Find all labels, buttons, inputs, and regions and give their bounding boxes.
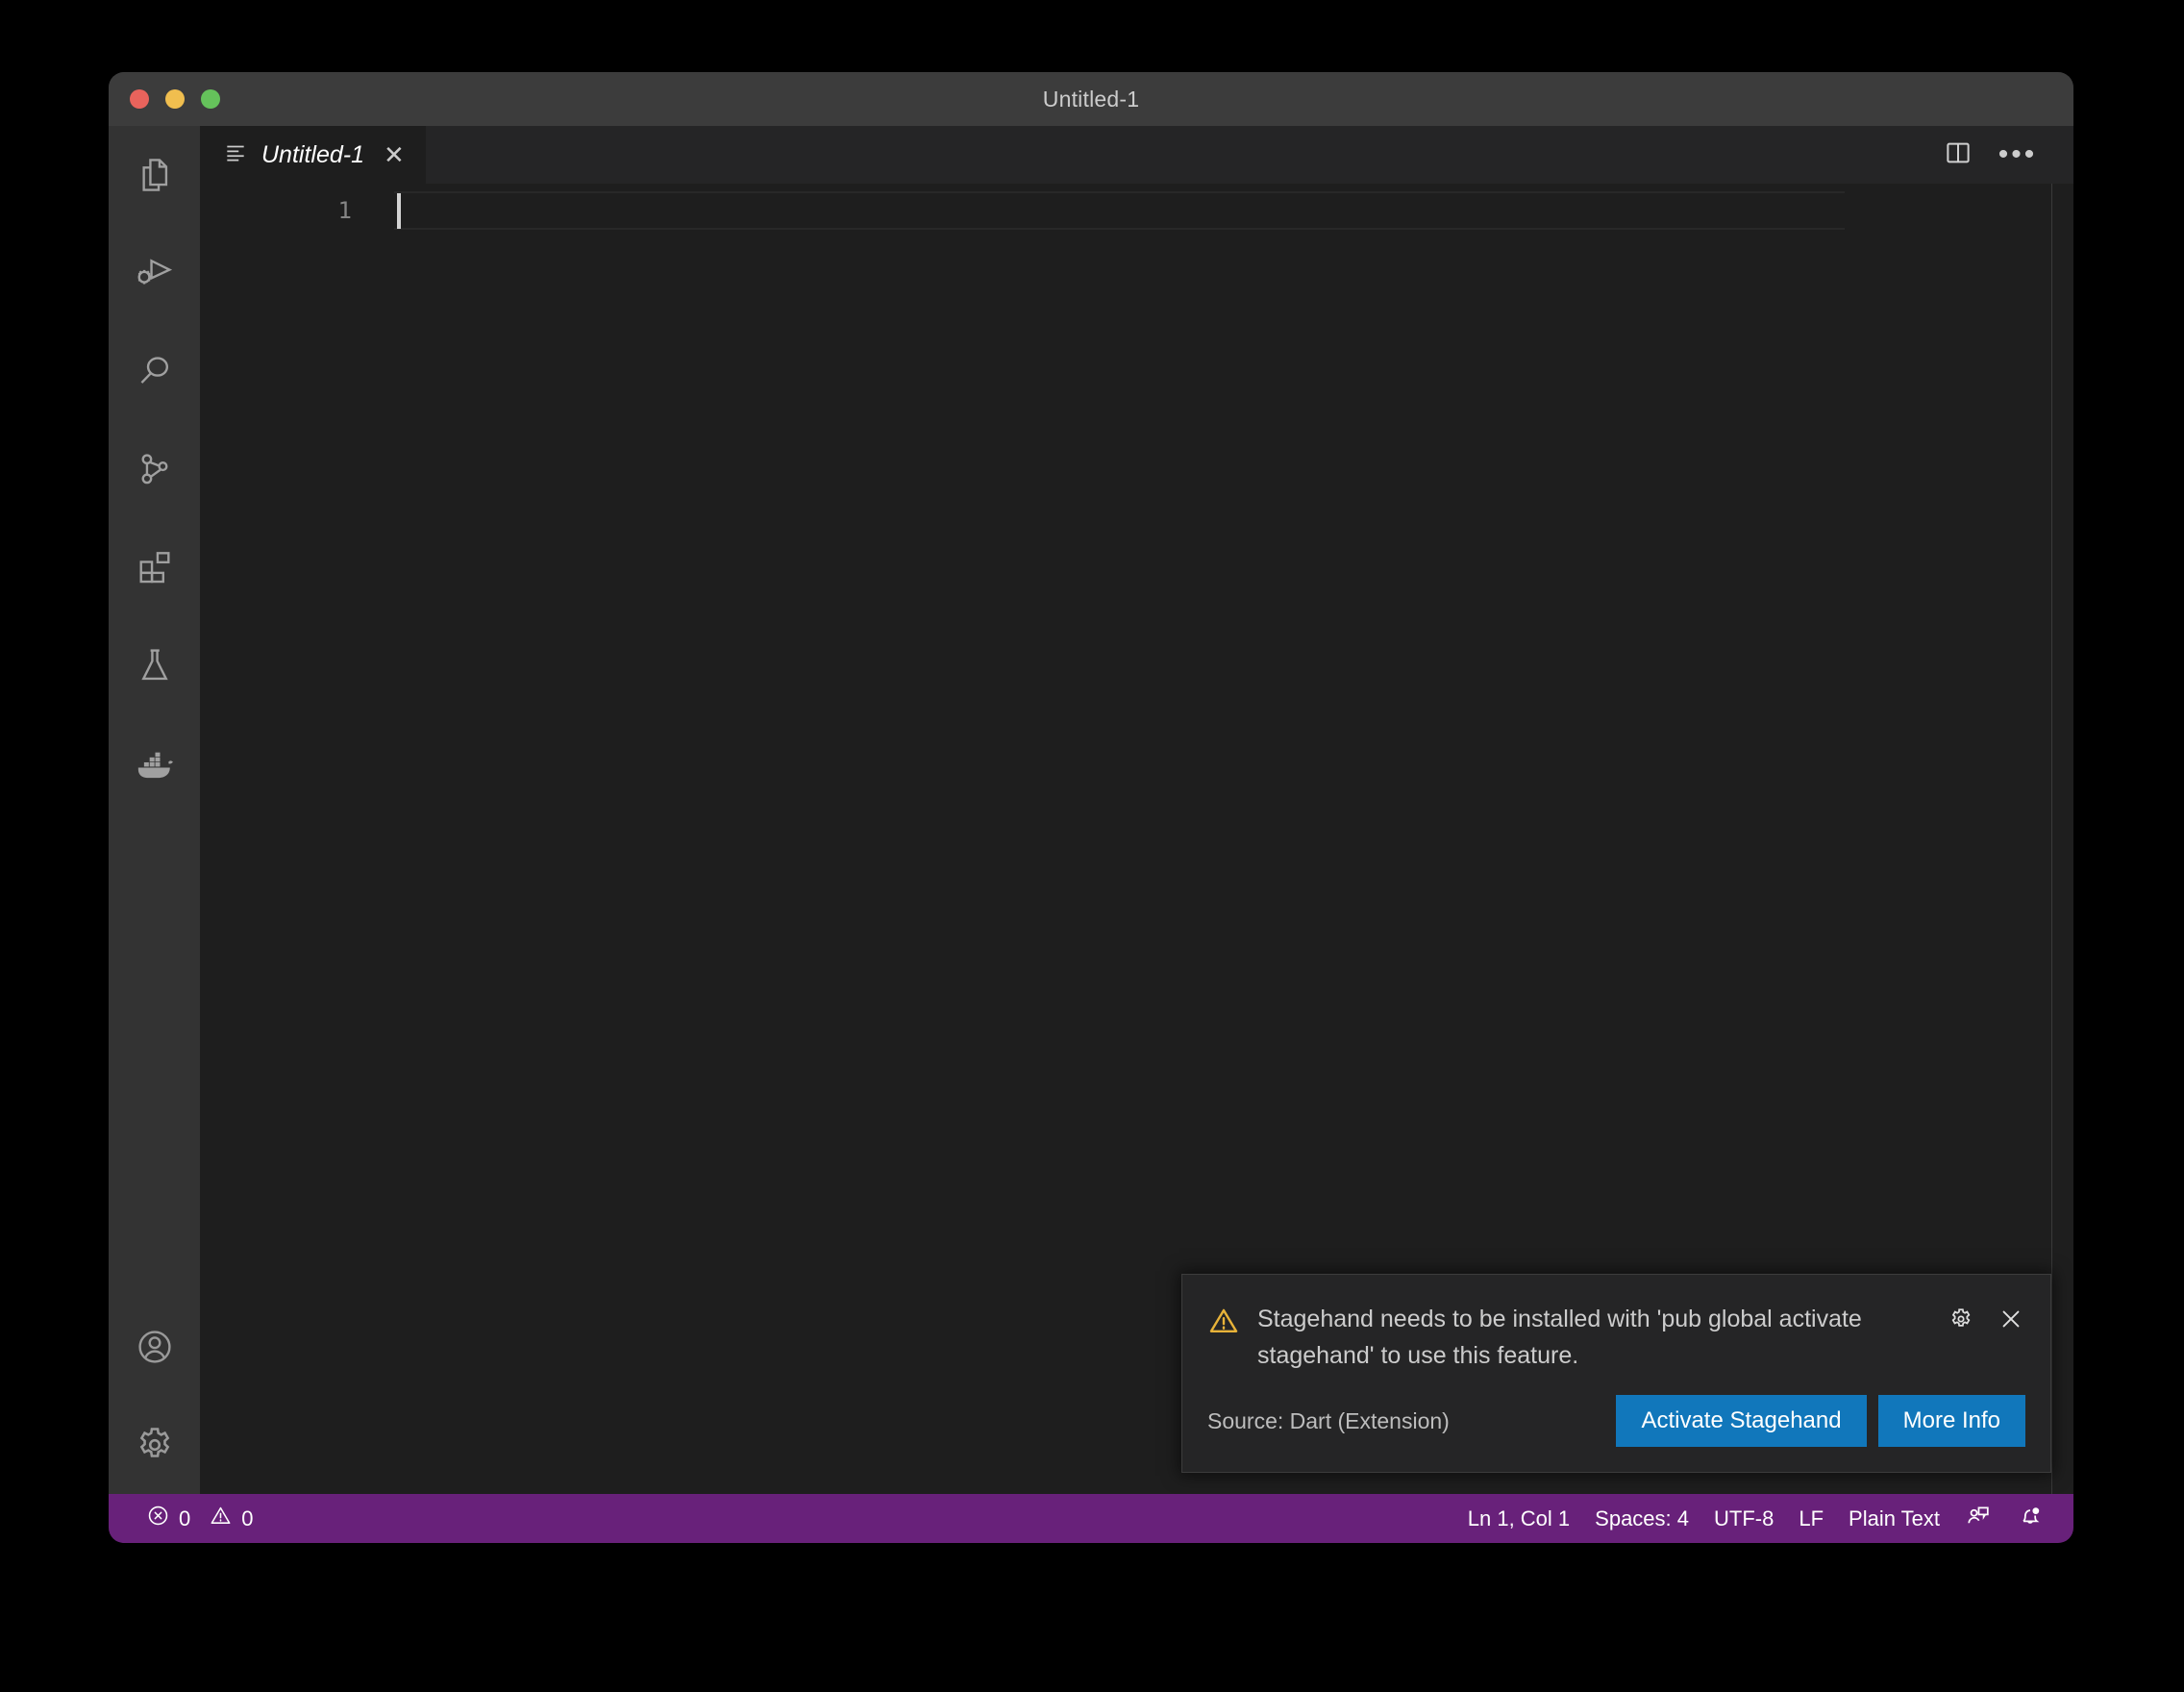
line-number: 1 bbox=[337, 197, 352, 224]
traffic-light-buttons bbox=[130, 89, 220, 109]
sidebar-item-run-and-debug[interactable] bbox=[109, 224, 200, 322]
workbench-body: Untitled-1 ✕ ••• 1 Stagehand needs to be… bbox=[109, 126, 2073, 1494]
sidebar-item-extensions[interactable] bbox=[109, 518, 200, 616]
more-info-button[interactable]: More Info bbox=[1877, 1395, 2025, 1447]
notification-source: Source: Dart (Extension) bbox=[1207, 1407, 1450, 1433]
status-bar: 0 0 Ln 1, Col 1 Spaces: 4 UTF-8 LF Plain… bbox=[109, 1494, 2073, 1543]
editor-action-bar: ••• bbox=[1818, 126, 2073, 184]
more-editor-actions-button[interactable]: ••• bbox=[1997, 134, 2039, 176]
sidebar-item-docker[interactable] bbox=[109, 714, 200, 812]
close-notification-button[interactable] bbox=[1993, 1303, 2029, 1339]
editor-region: Untitled-1 ✕ ••• 1 Stagehand needs to be… bbox=[200, 126, 2073, 1494]
sidebar-item-testing[interactable] bbox=[109, 616, 200, 714]
activity-bar bbox=[109, 126, 200, 1494]
notification-message: Stagehand needs to be installed with 'pu… bbox=[1257, 1306, 1862, 1369]
current-line-highlight bbox=[394, 191, 1845, 230]
split-editor-button[interactable] bbox=[1937, 134, 1979, 176]
text-file-icon bbox=[223, 140, 248, 170]
status-eol[interactable]: LF bbox=[1786, 1494, 1836, 1543]
beaker-icon bbox=[134, 644, 176, 686]
split-editor-icon bbox=[1944, 138, 1973, 172]
status-encoding[interactable]: UTF-8 bbox=[1701, 1494, 1786, 1543]
minimize-window-button[interactable] bbox=[165, 89, 185, 109]
editor-tab-bar: Untitled-1 ✕ ••• bbox=[200, 126, 2073, 184]
status-bar-left: 0 0 bbox=[109, 1494, 266, 1543]
notification-toast[interactable]: Stagehand needs to be installed with 'pu… bbox=[1181, 1274, 2051, 1473]
notification-action-buttons: Activate Stagehand More Info bbox=[1616, 1395, 2025, 1447]
configure-notification-button[interactable] bbox=[1943, 1303, 1979, 1339]
maximize-window-button[interactable] bbox=[201, 89, 220, 109]
overview-ruler[interactable] bbox=[2051, 184, 2052, 1494]
status-bar-right: Ln 1, Col 1 Spaces: 4 UTF-8 LF Plain Tex… bbox=[1455, 1494, 2073, 1543]
window-title: Untitled-1 bbox=[1042, 86, 1140, 112]
tab-close-icon[interactable]: ✕ bbox=[384, 142, 405, 167]
status-notifications[interactable] bbox=[2004, 1494, 2056, 1543]
error-count: 0 bbox=[179, 1505, 191, 1530]
search-icon bbox=[134, 350, 176, 392]
run-and-debug-icon bbox=[133, 251, 177, 295]
source-control-icon bbox=[134, 448, 176, 490]
text-editor[interactable]: 1 Stagehand needs to be installed with '… bbox=[200, 184, 2073, 1494]
sidebar-item-accounts[interactable] bbox=[109, 1298, 200, 1396]
tweet-feedback-icon bbox=[1965, 1503, 1992, 1535]
status-cursor-position[interactable]: Ln 1, Col 1 bbox=[1455, 1494, 1582, 1543]
gear-icon bbox=[1948, 1306, 1974, 1337]
error-icon bbox=[146, 1504, 170, 1533]
notification-toolbar bbox=[1943, 1301, 2029, 1339]
extensions-icon bbox=[134, 546, 176, 588]
warning-triangle-icon bbox=[1207, 1301, 1240, 1342]
notification-header: Stagehand needs to be installed with 'pu… bbox=[1182, 1275, 2050, 1374]
activate-stagehand-button[interactable]: Activate Stagehand bbox=[1616, 1395, 1867, 1447]
files-icon bbox=[134, 154, 176, 196]
window-titlebar: Untitled-1 bbox=[109, 72, 2073, 126]
line-number-gutter: 1 bbox=[200, 184, 383, 230]
text-cursor bbox=[397, 193, 401, 229]
gear-icon bbox=[133, 1423, 177, 1467]
tab-untitled-1[interactable]: Untitled-1 ✕ bbox=[200, 126, 427, 184]
vscode-window: Untitled-1 Untitled-1 ✕ ••• 1 Stagehand … bbox=[109, 72, 2073, 1543]
ellipsis-icon: ••• bbox=[1998, 138, 2038, 170]
close-icon bbox=[1998, 1306, 2024, 1337]
warning-icon bbox=[209, 1504, 233, 1533]
close-window-button[interactable] bbox=[130, 89, 149, 109]
sidebar-item-source-control[interactable] bbox=[109, 420, 200, 518]
bell-dot-icon bbox=[2017, 1503, 2044, 1535]
status-language-mode[interactable]: Plain Text bbox=[1836, 1494, 1952, 1543]
warning-count: 0 bbox=[241, 1505, 254, 1530]
tab-label: Untitled-1 bbox=[261, 140, 364, 168]
sidebar-item-manage-settings[interactable] bbox=[109, 1396, 200, 1494]
sidebar-item-search[interactable] bbox=[109, 322, 200, 420]
docker-whale-icon bbox=[132, 740, 178, 786]
status-problems[interactable]: 0 0 bbox=[134, 1494, 266, 1543]
account-icon bbox=[134, 1326, 176, 1368]
notification-footer: Source: Dart (Extension) Activate Stageh… bbox=[1182, 1374, 2050, 1472]
status-indentation[interactable]: Spaces: 4 bbox=[1582, 1494, 1701, 1543]
status-feedback[interactable] bbox=[1952, 1494, 2004, 1543]
sidebar-item-explorer[interactable] bbox=[109, 126, 200, 224]
